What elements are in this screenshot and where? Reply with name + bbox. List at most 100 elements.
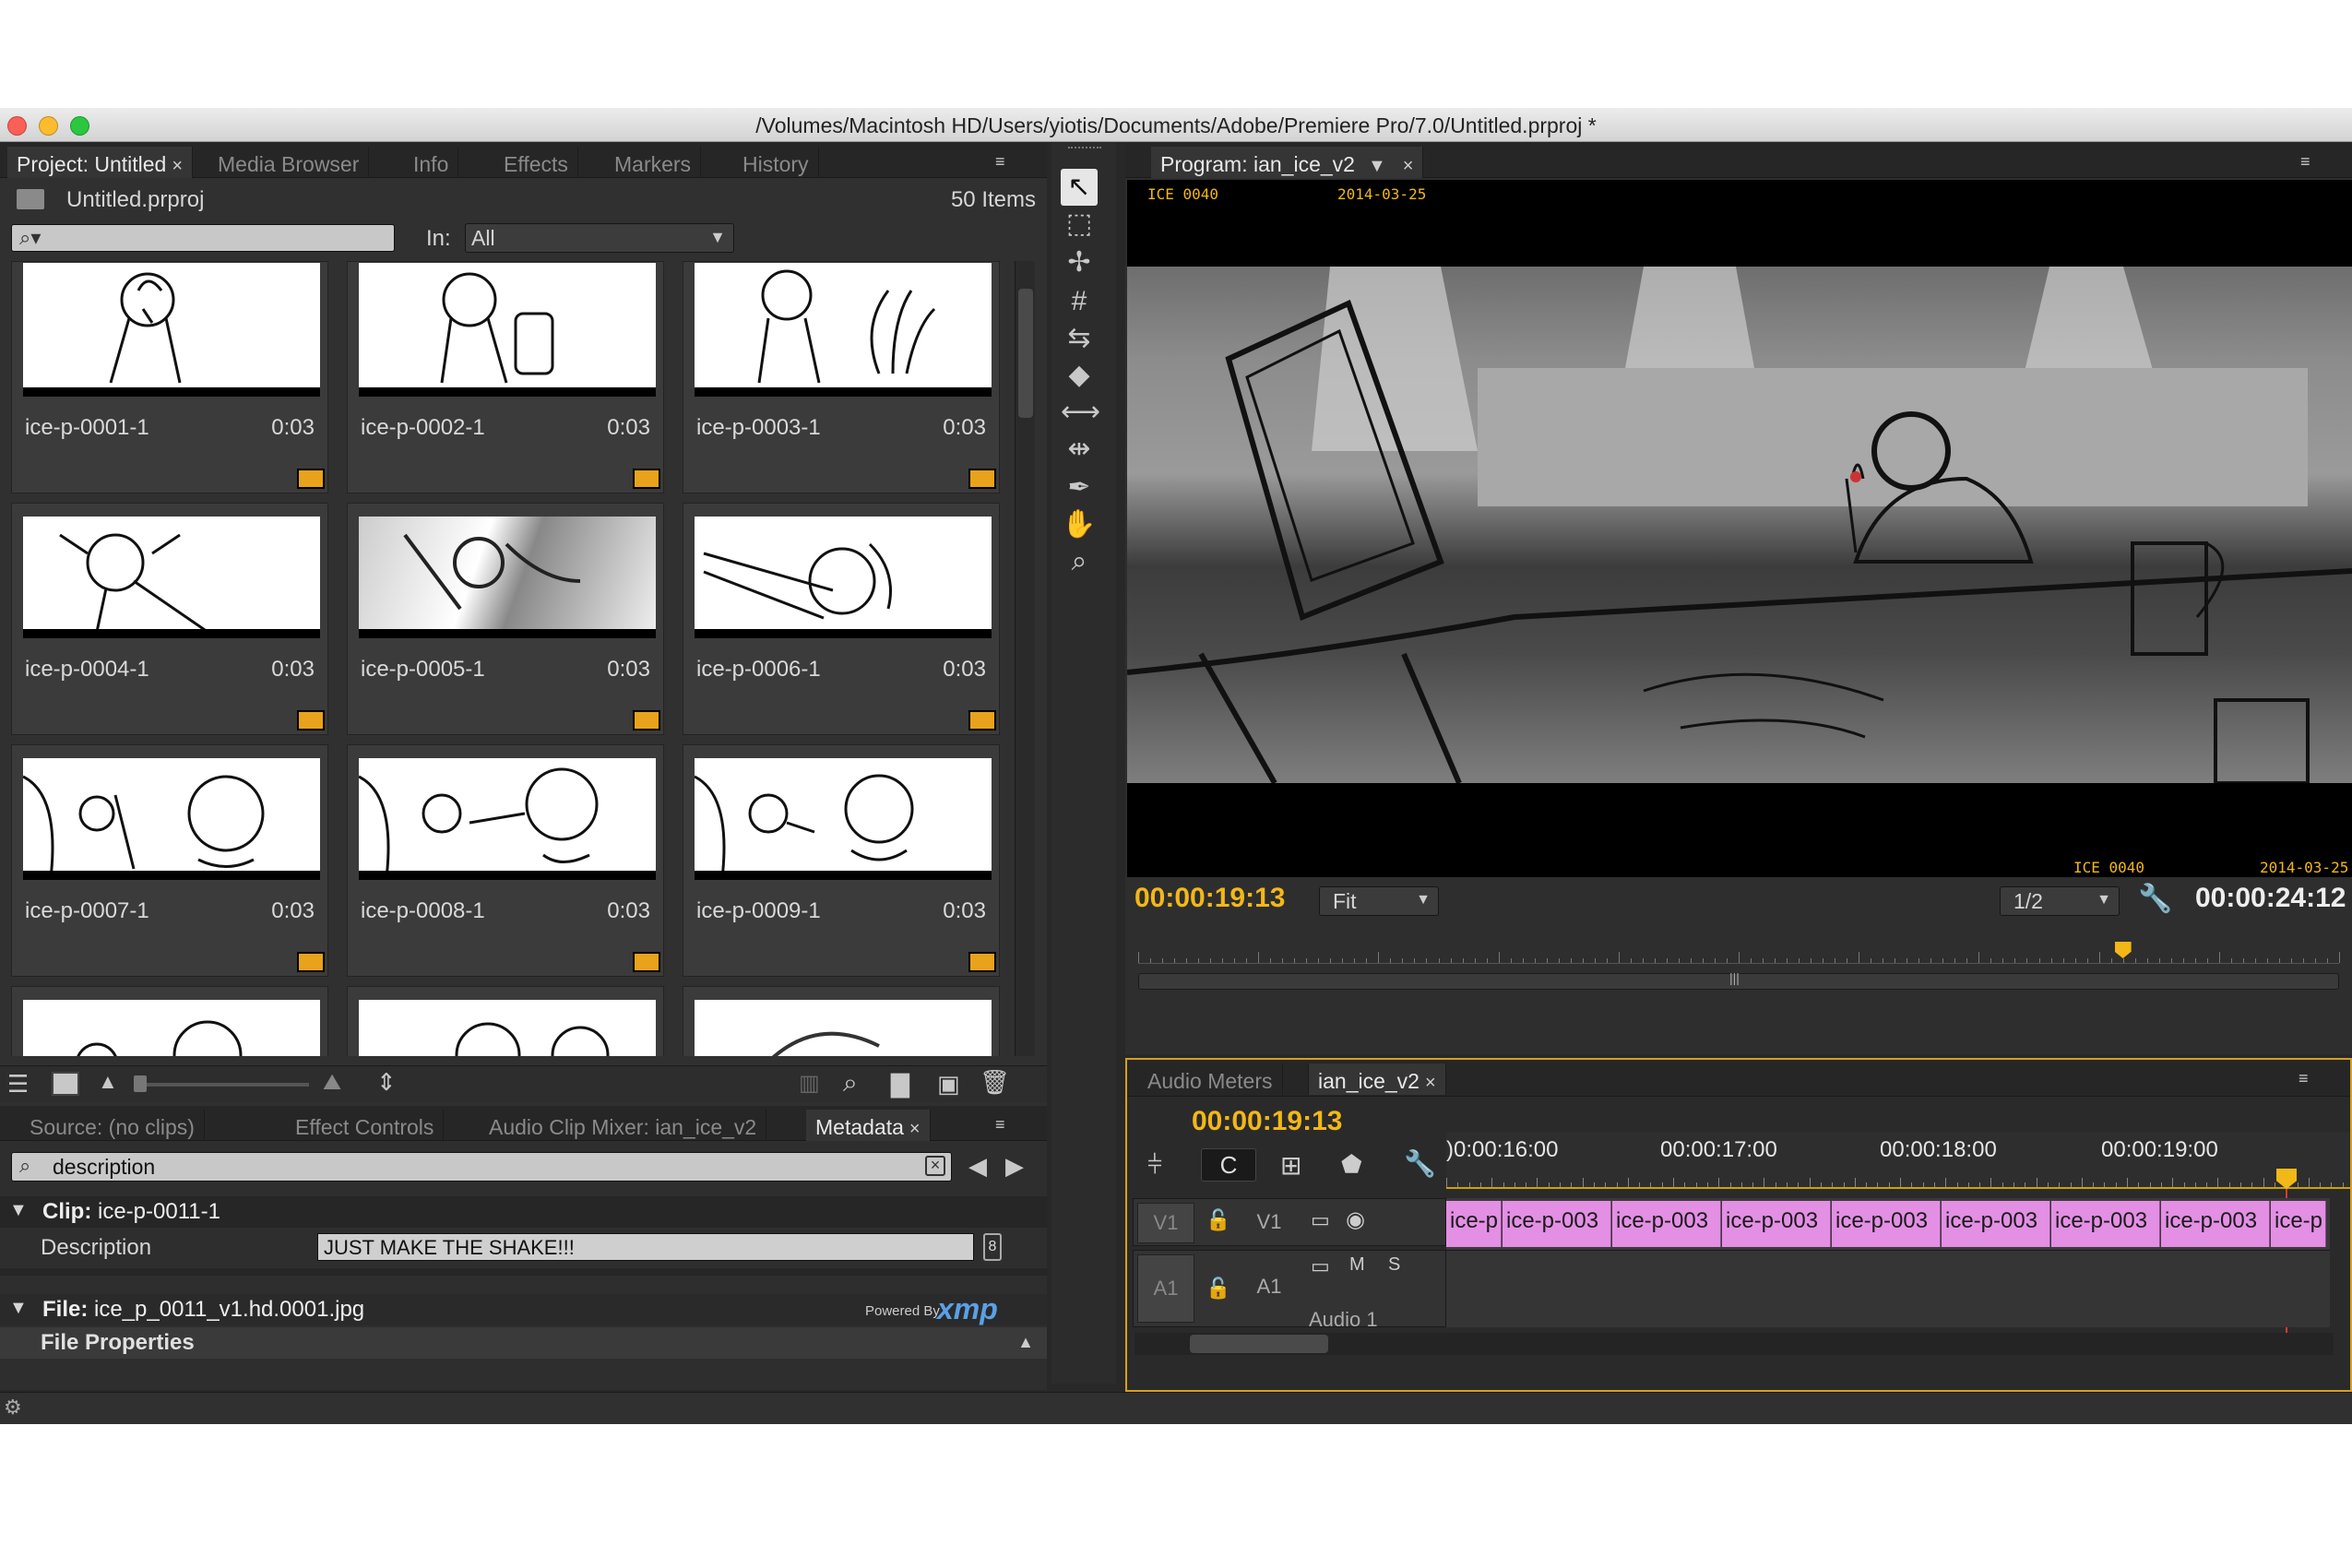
automate-icon[interactable]: ▥ [799, 1070, 820, 1097]
marker-icon[interactable]: ⬟ [1341, 1150, 1362, 1179]
selection-tool-arrow-icon[interactable]: ↖ [1061, 169, 1098, 206]
zoom-slider-handle[interactable] [134, 1075, 147, 1092]
solo-button[interactable]: S [1388, 1254, 1400, 1276]
lock-icon[interactable]: 🔓 [1206, 1208, 1230, 1232]
metadata-search-input[interactable]: ⌕ description × [11, 1152, 952, 1182]
wrench-icon[interactable]: 🔧 [1404, 1148, 1436, 1179]
eye-icon[interactable]: ◉ [1346, 1206, 1365, 1233]
pen-tool-icon[interactable]: ✒ [1061, 469, 1098, 506]
rolling-edit-tool-icon[interactable]: # [1061, 283, 1098, 320]
file-section-header[interactable]: ▼ File: ice_p_0011_v1.hd.0001.jpg Powere… [0, 1292, 1047, 1325]
timeline-clip[interactable]: ice-p-003 [1832, 1201, 1941, 1247]
project-search-input[interactable]: ⌕▾ [11, 224, 395, 252]
clip-thumbnail[interactable]: ice-p-0001-1 0:03 [11, 261, 328, 493]
clip-thumbnail[interactable] [347, 986, 664, 1056]
playhead-timecode[interactable]: 00:00:19:13 [1134, 883, 1285, 914]
source-patch-a1[interactable]: A1 [1137, 1254, 1194, 1323]
file-properties-row[interactable]: File Properties ▲ [0, 1327, 1047, 1359]
timeline-timecode[interactable]: 00:00:19:13 [1192, 1106, 1342, 1137]
timeline-clip[interactable]: ice-p [2271, 1201, 2326, 1247]
sync-lock-icon[interactable]: ▭ [1311, 1254, 1330, 1278]
add-marker-icon-timeline[interactable]: ⊞ [1280, 1150, 1301, 1181]
timeline-clip[interactable]: ice-p-003 [1612, 1201, 1721, 1247]
find-icon[interactable]: ⌕ [843, 1068, 858, 1099]
clip-thumbnail[interactable]: ice-p-0005-1 0:03 [347, 503, 664, 735]
next-icon[interactable]: ▶ [1005, 1152, 1024, 1181]
collapse-icon[interactable]: ▼ [9, 1200, 28, 1221]
scroll-up-icon[interactable]: ▲ [1017, 1333, 1034, 1352]
chevron-down-icon[interactable]: ▼ [1368, 156, 1386, 176]
timeline-clip[interactable]: ice-p-003 [1722, 1201, 1831, 1247]
tab-effects[interactable]: Effects [494, 147, 578, 178]
clip-section-header[interactable]: ▼ Clip: ice-p-0011-1 [0, 1196, 1047, 1228]
hand-icon[interactable]: ✋ [1061, 506, 1098, 543]
clip-thumbnail[interactable]: ice-p-0003-1 0:03 [683, 261, 1000, 493]
tab-project[interactable]: Project: Untitled × [7, 147, 194, 178]
zoom-out-icon[interactable]: ▲ [98, 1070, 118, 1094]
tab-markers[interactable]: Markers [605, 147, 702, 178]
in-select[interactable]: All ▼ [465, 223, 734, 253]
zoom-in-icon[interactable]: ⛰ [323, 1070, 341, 1096]
clip-thumbnail[interactable]: ice-p-0009-1 0:03 [683, 744, 1000, 977]
razor-tool-icon[interactable]: ◆ [1061, 357, 1098, 394]
tab-effect-controls[interactable]: Effect Controls [286, 1110, 445, 1141]
playback-resolution-select[interactable]: 1/2 ▼ [2000, 886, 2120, 916]
timeline-ruler[interactable]: )0:00:16:00 00:00:17:00 00:00:18:00 00:0… [1446, 1132, 2350, 1189]
timeline-clip[interactable]: ice-p-003 [2161, 1201, 2270, 1247]
clip-thumbnail[interactable]: ice-p-0004-1 0:03 [11, 503, 328, 735]
tab-program[interactable]: Program: ian_ice_v2 ▼ × [1151, 147, 1424, 178]
new-bin-icon[interactable]: ▇ [891, 1070, 909, 1099]
clip-thumbnail[interactable]: ice-p-0008-1 0:03 [347, 744, 664, 977]
clip-thumbnail[interactable]: ice-p-0007-1 0:03 [11, 744, 328, 977]
snap-icon[interactable]: ⫩ [1147, 1150, 1162, 1181]
program-video-frame[interactable]: ICE 0040 2014-03-25 ICE 0040 2014-03-25 [1127, 180, 2352, 877]
sort-icon[interactable]: ⇕ [376, 1068, 397, 1097]
mute-button[interactable]: M [1349, 1254, 1365, 1276]
link-icon[interactable]: 8 [983, 1233, 1002, 1261]
timeline-clip[interactable]: ice-p-003 [1503, 1201, 1611, 1247]
close-tab-icon[interactable]: × [909, 1119, 921, 1139]
previous-icon[interactable]: ◀ [968, 1152, 987, 1181]
zoom-level-select[interactable]: Fit ▼ [1319, 886, 1439, 916]
description-field[interactable]: JUST MAKE THE SHAKE!!! [317, 1233, 974, 1261]
wrench-icon[interactable]: 🔧 [2138, 883, 2172, 915]
tab-history[interactable]: History [733, 147, 819, 178]
track-target-v1[interactable]: V1 [1241, 1203, 1298, 1243]
trash-icon[interactable]: 🗑 [980, 1068, 1010, 1097]
timeline-hscroll[interactable] [1134, 1333, 2334, 1355]
icon-view-icon[interactable] [52, 1072, 79, 1096]
timeline-clip[interactable]: ice-p [1446, 1201, 1502, 1247]
track-target-a1[interactable]: A1 [1241, 1267, 1298, 1308]
tab-audio-meters[interactable]: Audio Meters [1138, 1063, 1283, 1095]
list-view-icon[interactable]: ☰ [7, 1070, 29, 1099]
slip-tool-icon[interactable]: ⟷ [1061, 394, 1100, 431]
new-item-icon[interactable]: ▣ [937, 1070, 960, 1099]
panel-menu-icon[interactable]: ≡ [2299, 1069, 2324, 1087]
close-tab-icon[interactable]: × [172, 156, 183, 176]
lock-icon[interactable]: 🔓 [1206, 1277, 1230, 1301]
tab-audio-clip-mixer[interactable]: Audio Clip Mixer: ian_ice_v2 [480, 1110, 767, 1141]
clip-thumbnail[interactable] [683, 986, 1000, 1056]
monitor-playhead-handle[interactable] [2114, 942, 2132, 958]
track-select-tool-icon[interactable]: ⬚ [1061, 206, 1098, 243]
monitor-time-ruler[interactable] [1138, 936, 2340, 964]
monitor-zoom-scrollbar[interactable]: ||| [1138, 970, 2339, 990]
gear-icon[interactable]: ⚙ [4, 1396, 22, 1420]
collapse-icon[interactable]: ▼ [9, 1298, 28, 1319]
tab-info[interactable]: Info [404, 147, 459, 178]
source-patch-v1[interactable]: V1 [1137, 1203, 1194, 1243]
tab-sequence[interactable]: ian_ice_v2 × [1308, 1063, 1446, 1095]
audio-track-lane[interactable] [1446, 1250, 2341, 1327]
tab-source[interactable]: Source: (no clips) [20, 1110, 205, 1141]
linked-selection-icon[interactable]: C [1201, 1148, 1256, 1182]
panel-menu-icon[interactable]: ≡ [995, 152, 1021, 171]
magnifier-icon[interactable]: ⌕ [1061, 543, 1098, 580]
clip-thumbnail[interactable]: ice-p-0002-1 0:03 [347, 261, 664, 493]
clear-search-icon[interactable]: × [925, 1156, 945, 1176]
tab-media-browser[interactable]: Media Browser [208, 147, 370, 178]
tab-metadata[interactable]: Metadata × [806, 1110, 931, 1141]
panel-menu-icon[interactable]: ≡ [2300, 152, 2326, 171]
slide-tool-icon[interactable]: ⇹ [1061, 431, 1098, 468]
clip-thumbnail[interactable] [11, 986, 328, 1056]
timeline-clip[interactable]: ice-p-003 [1942, 1201, 2050, 1247]
